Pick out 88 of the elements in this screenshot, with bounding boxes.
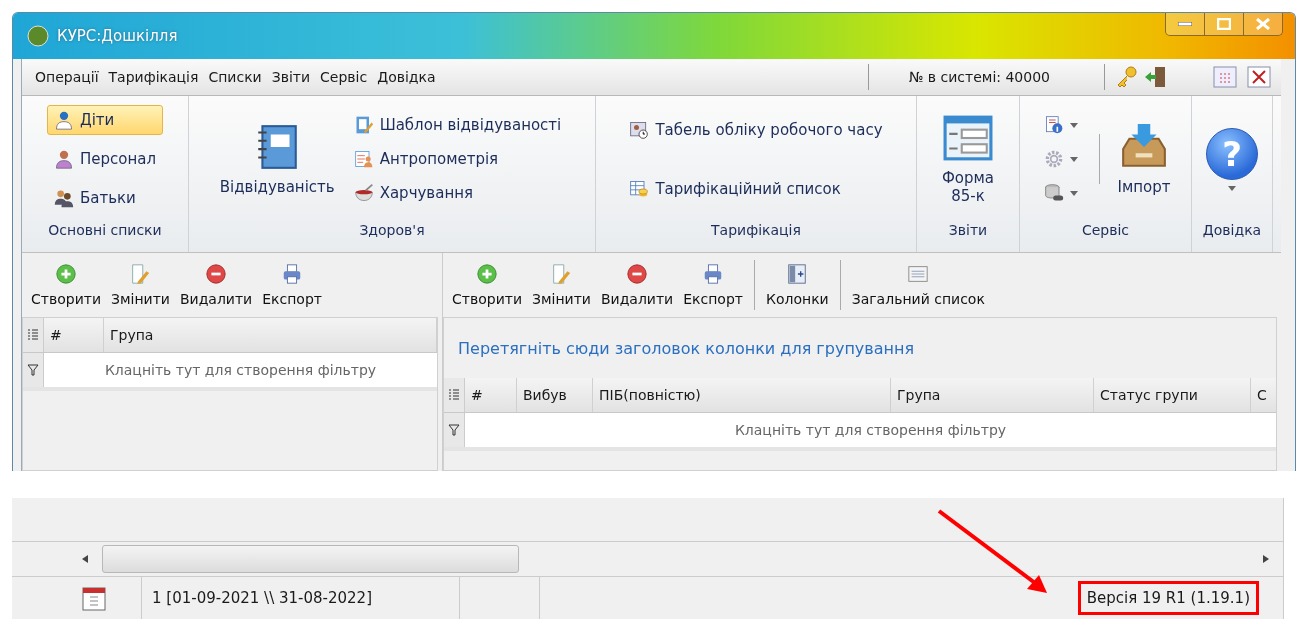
app-logo-icon <box>27 25 49 47</box>
group-label: Довідка <box>1201 222 1263 240</box>
ribbon-button[interactable]: Батьки <box>46 183 163 214</box>
menu-item[interactable]: Списки <box>203 69 267 85</box>
menu-item[interactable]: Довідка <box>372 69 441 85</box>
list-icon <box>907 263 930 285</box>
toolbar-button[interactable]: Експорт <box>678 263 748 307</box>
filter-icon <box>448 424 460 436</box>
minimize-icon <box>1178 22 1192 26</box>
ribbon-button[interactable]: Персонал <box>46 144 163 174</box>
group-label: Основні списки <box>47 222 163 240</box>
columns-icon <box>786 263 809 285</box>
column-header[interactable]: # <box>465 378 517 412</box>
toolbar-button[interactable]: Створити <box>447 263 527 307</box>
ribbon-button[interactable]: Відвідуваність <box>215 118 339 200</box>
caret-icon <box>1069 122 1078 128</box>
column-chooser-icon[interactable] <box>448 388 460 402</box>
group-label: Сервіс <box>1080 222 1131 240</box>
calendar-icon[interactable] <box>82 585 106 611</box>
menu-item[interactable]: Тарифікація <box>103 69 204 85</box>
caret-icon <box>1069 190 1078 196</box>
maximize-icon <box>1217 18 1231 30</box>
group-by-hint: Перетягніть сюди заголовок колонки для групування <box>457 337 916 360</box>
column-chooser-icon[interactable] <box>27 328 39 342</box>
column-header[interactable]: Вибув <box>517 378 593 412</box>
gear-icon <box>1043 149 1064 169</box>
chart-person-icon <box>353 149 374 169</box>
column-header[interactable]: Статус групи <box>1094 378 1251 412</box>
window-title: КУРС:Дошкілля <box>57 27 178 45</box>
group-label: Здоров'я <box>358 222 426 240</box>
pencil-icon <box>129 263 152 285</box>
toolbar-button[interactable]: Змінити <box>527 263 596 307</box>
ribbon-button[interactable]: Діти <box>46 104 163 135</box>
toolbar-button[interactable]: Змінити <box>106 263 175 307</box>
system-number: № в системі: 40000 <box>908 69 1050 85</box>
column-header[interactable]: # <box>44 318 104 352</box>
exit-door-icon[interactable] <box>1143 65 1167 89</box>
column-header[interactable]: С <box>1251 378 1276 412</box>
menu-item[interactable]: Операції <box>30 69 104 85</box>
person-icon <box>53 109 74 130</box>
close-document-icon[interactable] <box>1247 66 1271 88</box>
ribbon-button[interactable]: Харчування <box>346 178 569 208</box>
help-icon: ? <box>1206 127 1258 180</box>
scroll-left-icon[interactable] <box>82 555 88 563</box>
ribbon-button[interactable]: Шаблон відвідуваності <box>346 110 569 140</box>
version-text: Версія 19 R1 (1.19.1) <box>1077 581 1259 615</box>
maximize-button[interactable] <box>1204 13 1243 35</box>
toolbar-button[interactable]: Загальний список <box>846 263 990 307</box>
key-icon[interactable] <box>1115 65 1139 89</box>
person-clock-icon <box>629 119 650 140</box>
form-window-icon <box>943 113 993 163</box>
ribbon-button[interactable]: Табель обліку робочого часу <box>622 114 890 145</box>
caret-icon <box>1228 185 1236 191</box>
toolbar-button[interactable]: Видалити <box>595 263 679 307</box>
toolbar-button[interactable]: Колонки <box>760 263 834 307</box>
toolbar-button[interactable]: Створити <box>26 263 106 307</box>
plus-icon <box>476 263 498 285</box>
caret-icon <box>1069 156 1078 162</box>
menu-item[interactable]: Звіти <box>266 69 316 85</box>
toolbar-button[interactable]: Видалити <box>174 263 258 307</box>
scroll-right-icon[interactable] <box>1263 555 1269 563</box>
info-document-icon <box>1043 115 1064 135</box>
menu-item[interactable]: Сервіс <box>315 69 373 85</box>
filter-icon <box>27 364 39 376</box>
plus-icon <box>55 263 77 285</box>
column-header[interactable]: Група <box>104 318 437 352</box>
person-icon <box>53 149 74 169</box>
column-header[interactable]: ПІБ(повністю) <box>593 378 891 412</box>
close-button[interactable] <box>1243 13 1282 35</box>
people-icon <box>53 188 74 209</box>
group-label: Звіти <box>947 222 989 240</box>
minus-icon <box>626 263 649 285</box>
group-label: Тарифікація <box>710 222 802 240</box>
ribbon-button[interactable]: Тарифікаційний список <box>622 173 890 204</box>
ribbon-button[interactable]: Антропометрія <box>346 144 569 174</box>
toolbar-button[interactable]: Експорт <box>257 263 327 307</box>
horizontal-scrollbar[interactable] <box>12 542 1283 577</box>
bowl-icon <box>353 183 374 203</box>
scrollbar-thumb[interactable] <box>102 545 519 573</box>
column-header[interactable]: Група <box>891 378 1094 412</box>
database-link-icon <box>1043 183 1064 203</box>
minus-icon <box>205 263 228 285</box>
ribbon-button[interactable]: Форма 85-к <box>933 109 1003 209</box>
pencil-icon <box>550 263 573 285</box>
table-coins-icon <box>629 178 650 199</box>
close-icon <box>1256 18 1270 30</box>
ribbon-button[interactable]: Імпорт <box>1113 118 1175 200</box>
period-text: 1 [01-09-2021 \\ 31-08-2022] <box>152 589 372 607</box>
